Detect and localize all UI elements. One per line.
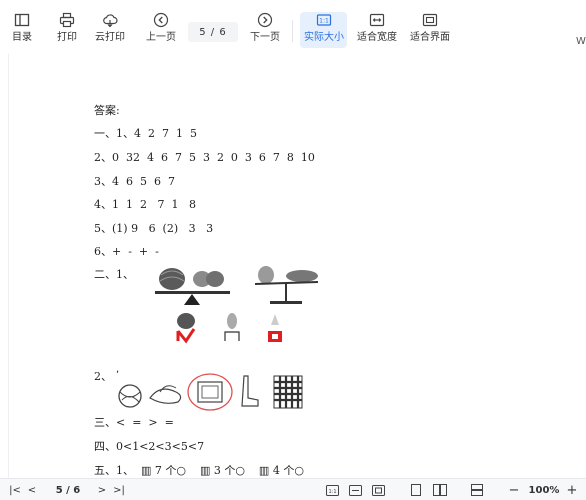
page-edge	[8, 54, 9, 478]
toolbar-actual-size-label: 实际大小	[304, 32, 344, 43]
first-page-button[interactable]: |<	[8, 482, 22, 498]
doc-line-3: 3、4 6 5 6 7	[94, 175, 175, 188]
toolbar-fit-width-label: 适合宽度	[357, 32, 397, 43]
toolbar-cloud-print-button[interactable]: 云打印	[95, 12, 125, 44]
single-page-view-button[interactable]	[409, 482, 423, 498]
doc-line-answer-heading: 答案:	[94, 104, 120, 117]
zoom-in-button[interactable]: +	[566, 482, 578, 498]
toolbar-print-button[interactable]: 打印	[57, 12, 77, 44]
fit-width-icon	[369, 12, 385, 28]
toolbar-overflow-text: W	[576, 36, 586, 47]
fit-width-icon	[348, 484, 362, 496]
bottom-fit-page-button[interactable]	[371, 482, 385, 498]
items-figure: ,	[116, 364, 303, 411]
toolbar-prev-page-label: 上一页	[146, 32, 176, 43]
toolbar-fit-width-button[interactable]: 适合宽度	[357, 12, 397, 44]
zoom-level[interactable]: 100%	[526, 482, 562, 498]
toolbar-print-label: 打印	[57, 32, 77, 43]
toolbar-contents-button[interactable]: 目录	[12, 12, 32, 44]
actual-size-icon: 1:1	[325, 484, 339, 496]
sidebar-icon	[14, 12, 30, 28]
chevron-left-circle-icon	[153, 12, 169, 28]
bottom-fit-width-button[interactable]	[348, 482, 362, 498]
actual-size-icon: 1:1	[316, 12, 332, 28]
bottom-actual-size-button[interactable]: 1:1	[325, 482, 339, 498]
svg-text:1:1: 1:1	[328, 488, 336, 494]
prev-page-button[interactable]: <	[26, 482, 38, 498]
doc-line-5: 5、(1) 9 6 (2) 3 3	[94, 222, 214, 235]
fit-page-icon	[371, 484, 385, 496]
chevron-right-circle-icon	[257, 12, 273, 28]
doc-line-2: 2、0 32 4 6 7 5 3 2 0 3 6 7 8 10	[94, 151, 315, 164]
continuous-scroll-icon	[471, 484, 483, 496]
doc-line-section-2-2: 2、	[94, 370, 112, 383]
cloud-print-icon	[102, 12, 118, 28]
doc-line-section-3: 三、< = > =	[94, 416, 174, 429]
bottom-page-indicator[interactable]: 5 / 6	[48, 482, 88, 498]
svg-text:,: ,	[116, 364, 119, 375]
toolbar-fit-page-label: 适合界面	[410, 32, 450, 43]
next-page-button[interactable]: >	[96, 482, 108, 498]
zoom-out-button[interactable]: −	[508, 482, 520, 498]
doc-line-6: 6、+ - + -	[94, 245, 159, 258]
top-toolbar: 目录 打印 云打印 上一页 5 / 6 下一页 1:1 实际大小 适合宽度 适合…	[0, 0, 586, 54]
toolbar-actual-size-button[interactable]: 1:1 实际大小	[304, 12, 344, 44]
fit-page-icon	[422, 12, 438, 28]
doc-line-section-4: 四、0<1<2<3<5<7	[94, 440, 205, 453]
svg-text:1:1: 1:1	[319, 18, 329, 25]
double-page-view-button[interactable]	[432, 482, 448, 498]
last-page-button[interactable]: >|	[112, 482, 126, 498]
toolbar-page-indicator[interactable]: 5 / 6	[188, 22, 238, 42]
doc-line-section-5: 五、1、 ▥ 7 个○ ▥ 3 个○ ▥ 4 个○	[94, 464, 304, 477]
continuous-scroll-button[interactable]	[470, 482, 484, 498]
toolbar-prev-page-button[interactable]: 上一页	[146, 12, 176, 44]
balance-scale-figure	[155, 266, 319, 344]
toolbar-cloud-print-label: 云打印	[95, 32, 125, 43]
toolbar-contents-label: 目录	[12, 32, 32, 43]
single-page-icon	[411, 484, 421, 496]
doc-line-1: 一、1、4 2 7 1 5	[94, 127, 197, 140]
bottom-bar: |< < 5 / 6 > >| 1:1 − 100% +	[0, 478, 586, 500]
toolbar-next-page-label: 下一页	[250, 32, 280, 43]
double-page-icon	[433, 484, 447, 496]
document-viewport[interactable]: 答案: 一、1、4 2 7 1 5 2、0 32 4 6 7 5 3 2 0 3…	[0, 54, 586, 478]
toolbar-divider	[292, 20, 293, 42]
toolbar-fit-page-button[interactable]: 适合界面	[410, 12, 450, 44]
doc-line-section-2: 二、1、	[94, 268, 134, 281]
doc-line-4: 4、1 1 2 7 1 8	[94, 198, 196, 211]
toolbar-next-page-button[interactable]: 下一页	[250, 12, 280, 44]
printer-icon	[59, 12, 75, 28]
